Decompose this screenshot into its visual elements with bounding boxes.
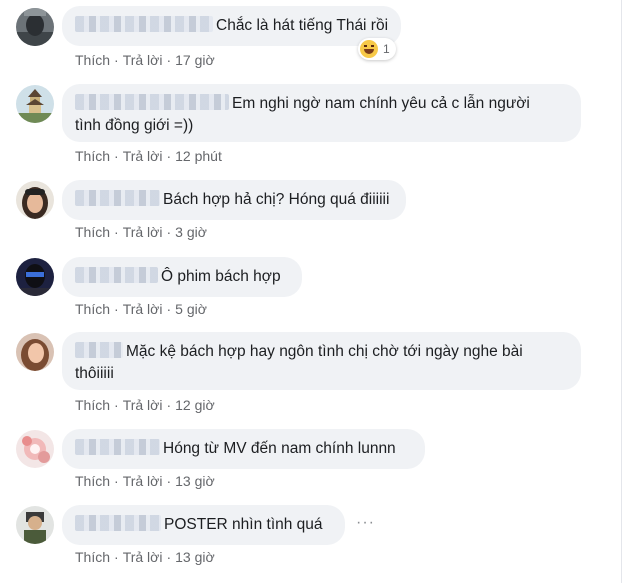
comment-text: POSTER nhìn tình quá — [164, 516, 323, 533]
like-link[interactable]: Thích — [75, 223, 110, 241]
comment-text-line2: thôiiiii — [75, 365, 114, 382]
redacted-username[interactable] — [75, 16, 213, 32]
comment-text: Hóng từ MV đến nam chính lunnn — [163, 440, 396, 457]
comment-timestamp[interactable]: 12 giờ — [175, 396, 215, 414]
comment-actions: Thích · Trả lời · 12 giờ — [75, 396, 215, 414]
like-link[interactable]: Thích — [75, 300, 110, 318]
comment-text: Ô phim bách hợp — [161, 268, 281, 285]
comment-actions: Thích · Trả lời · 13 giờ — [75, 548, 215, 566]
reply-link[interactable]: Trả lời — [123, 51, 163, 69]
like-link[interactable]: Thích — [75, 396, 110, 414]
like-link[interactable]: Thích — [75, 147, 110, 165]
redacted-username[interactable] — [75, 342, 123, 358]
comment-text-line2: tình đồng giới =)) — [75, 117, 194, 134]
avatar[interactable] — [16, 430, 54, 468]
comment-bubble: Chắc là hát tiếng Thái rồi — [62, 6, 401, 46]
right-divider — [621, 0, 622, 583]
redacted-username[interactable] — [75, 267, 158, 283]
redacted-username[interactable] — [75, 439, 160, 455]
comment-actions: Thích · Trả lời · 5 giờ — [75, 300, 207, 318]
laugh-emoji-icon — [360, 40, 378, 58]
comment-actions: Thích · Trả lời · 3 giờ — [75, 223, 207, 241]
reaction-count: 1 — [383, 42, 390, 56]
comment-text: Bách hợp hả chị? Hóng quá điiiiii — [163, 191, 390, 208]
comment-bubble: Bách hợp hả chị? Hóng quá điiiiii — [62, 180, 406, 220]
comment-text: Chắc là hát tiếng Thái rồi — [216, 17, 389, 34]
reply-link[interactable]: Trả lời — [123, 147, 163, 165]
like-link[interactable]: Thích — [75, 51, 110, 69]
redacted-username[interactable] — [75, 94, 229, 110]
like-link[interactable]: Thích — [75, 548, 110, 566]
avatar[interactable] — [16, 506, 54, 544]
reply-link[interactable]: Trả lời — [123, 472, 163, 490]
reaction-badge[interactable]: 1 — [358, 38, 396, 60]
comment-bubble: Ô phim bách hợp — [62, 257, 302, 297]
comment-bubble: Em nghi ngờ nam chính yêu cả c lẫn người… — [62, 84, 581, 142]
like-link[interactable]: Thích — [75, 472, 110, 490]
comment-text-line1: Mặc kệ bách hợp hay ngôn tình chị chờ tớ… — [126, 343, 523, 360]
comment-timestamp[interactable]: 3 giờ — [175, 223, 207, 241]
comment-actions: Thích · Trả lời · 17 giờ — [75, 51, 215, 69]
avatar[interactable] — [16, 181, 54, 219]
comment-timestamp[interactable]: 13 giờ — [175, 548, 215, 566]
comment-timestamp[interactable]: 5 giờ — [175, 300, 207, 318]
reply-link[interactable]: Trả lời — [123, 396, 163, 414]
redacted-username[interactable] — [75, 515, 161, 531]
avatar[interactable] — [16, 333, 54, 371]
reply-link[interactable]: Trả lời — [123, 223, 163, 241]
comment-bubble: Hóng từ MV đến nam chính lunnn — [62, 429, 425, 469]
avatar[interactable] — [16, 85, 54, 123]
comment-timestamp[interactable]: 17 giờ — [175, 51, 215, 69]
comment-actions: Thích · Trả lời · 12 phút — [75, 147, 222, 165]
comment-actions: Thích · Trả lời · 13 giờ — [75, 472, 215, 490]
comment-bubble: POSTER nhìn tình quá — [62, 505, 345, 545]
comment-bubble: Mặc kệ bách hợp hay ngôn tình chị chờ tớ… — [62, 332, 581, 390]
more-options-icon[interactable]: ··· — [356, 514, 375, 532]
comment-text-line1: Em nghi ngờ nam chính yêu cả c lẫn người — [232, 95, 530, 112]
avatar[interactable] — [16, 8, 54, 46]
reply-link[interactable]: Trả lời — [123, 300, 163, 318]
reply-link[interactable]: Trả lời — [123, 548, 163, 566]
redacted-username[interactable] — [75, 190, 160, 206]
avatar[interactable] — [16, 258, 54, 296]
comment-timestamp[interactable]: 12 phút — [175, 147, 222, 165]
comment-timestamp[interactable]: 13 giờ — [175, 472, 215, 490]
